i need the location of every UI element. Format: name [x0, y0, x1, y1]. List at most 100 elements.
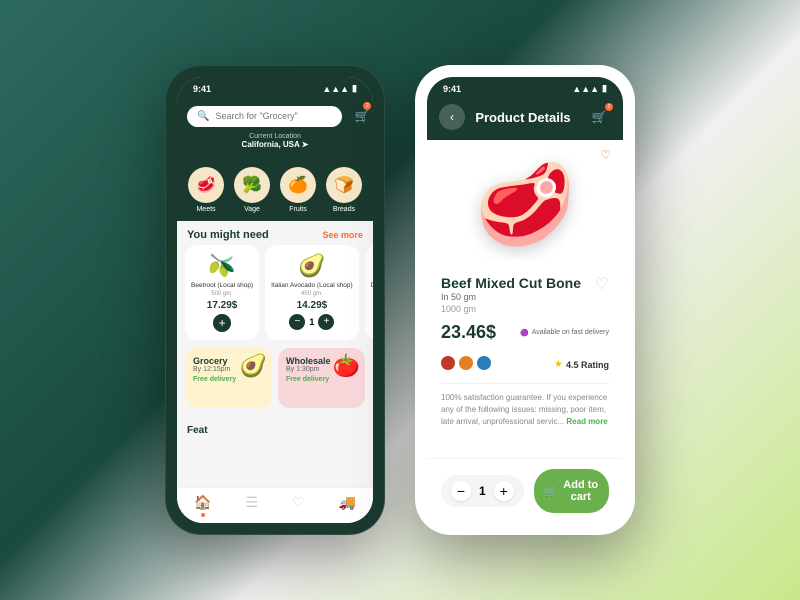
status-bar-2: 9:41 ▲▲▲ ▮ — [427, 77, 623, 98]
vage-icon: 🥦 — [234, 167, 270, 203]
beetroot-name: Beetroot (Local shop) — [191, 282, 253, 290]
category-meets[interactable]: 🥩 Meets — [188, 167, 224, 213]
meets-label: Meets — [196, 206, 215, 213]
location-label: Current Location — [187, 133, 363, 140]
avocado-qty-control: − 1 + — [271, 314, 353, 330]
time-2: 9:41 — [443, 84, 461, 94]
avocado-weight: 450 gm. — [271, 291, 353, 297]
menu-icon: ☰ — [245, 494, 258, 511]
product-card-beetroot: 🫒 Beetroot (Local shop) 500 gm. 17.29$ + — [185, 245, 259, 340]
carrot-name: Deshi Gajor (Local Carrot) — [371, 282, 373, 290]
home-icon: 🏠 — [194, 494, 211, 511]
qty-minus-button[interactable]: − — [451, 481, 471, 501]
delivery-emoji: 🟣 — [520, 329, 529, 337]
color-blue[interactable] — [477, 356, 491, 370]
phone-1-screen: 9:41 ▲▲▲ ▮ 🔍 🛒 2 Current Location Cali — [177, 77, 373, 523]
promo-grocery[interactable]: Grocery By 12:15pm Free delivery 🥑 — [185, 348, 272, 408]
promo-wholesale[interactable]: Wholesale By 1:30pm Free delivery 🍅 — [278, 348, 365, 408]
delivery-text: Available on fast delivery — [532, 329, 609, 336]
delivery-badge: 🟣 Available on fast delivery — [520, 329, 609, 337]
category-fruits[interactable]: 🍊 Fruits — [280, 167, 316, 213]
color-red[interactable] — [441, 356, 455, 370]
status-bar-1: 9:41 ▲▲▲ ▮ — [177, 77, 373, 98]
qty-large-control: − 1 + — [441, 475, 524, 507]
beetroot-price: 17.29$ — [191, 300, 253, 311]
phone-2-header: ‹ Product Details 🛒 2 — [427, 98, 623, 140]
star-icon: ★ — [554, 359, 563, 370]
bottom-nav: 🏠 ☰ ♡ 🚚 — [177, 487, 373, 523]
page-title: Product Details — [475, 110, 570, 125]
product-detail-name: Beef Mixed Cut Bone — [441, 274, 581, 292]
back-button[interactable]: ‹ — [439, 104, 465, 130]
delivery-icon: 🚚 — [339, 494, 356, 511]
search-icon: 🔍 — [197, 111, 209, 122]
price-row: 23.46$ 🟣 Available on fast delivery — [441, 322, 609, 343]
products-grid: 🫒 Beetroot (Local shop) 500 gm. 17.29$ +… — [177, 245, 373, 340]
status-icons-1: ▲▲▲ ▮ — [322, 83, 357, 94]
see-more-button[interactable]: See more — [322, 230, 363, 240]
battery-icon: ▮ — [352, 83, 357, 94]
breads-label: Breads — [333, 206, 355, 213]
product-subtitle: In 50 gm — [441, 292, 581, 302]
beetroot-img: 🫒 — [191, 253, 253, 279]
back-icon: ‹ — [450, 110, 454, 124]
carrot-weight: 1000 gm. — [371, 291, 373, 297]
avocado-name: Italian Avocado (Local shop) — [271, 282, 353, 290]
bottom-action: − 1 + 🛒 Add to cart — [427, 458, 623, 523]
qty-plus-button[interactable]: + — [494, 481, 514, 501]
phone-2: 9:41 ▲▲▲ ▮ ‹ Product Details 🛒 2 🥩 ♡ — [415, 65, 635, 535]
nav-menu[interactable]: ☰ — [245, 494, 258, 517]
search-input[interactable] — [215, 111, 332, 121]
fruits-icon: 🍊 — [280, 167, 316, 203]
phone-1-header: 🔍 🛒 2 Current Location California, USA ➤ — [177, 98, 373, 159]
status-icons-2: ▲▲▲ ▮ — [572, 83, 607, 94]
rating-row: ★ 4.5 Rating — [554, 359, 609, 370]
battery-icon-2: ▮ — [602, 83, 607, 94]
cart-button-2[interactable]: 🛒 2 — [587, 105, 611, 129]
product-card-avocado: 🥑 Italian Avocado (Local shop) 450 gm. 1… — [265, 245, 359, 340]
categories-row: 🥩 Meets 🥦 Vage 🍊 Fruits 🍞 Breads — [177, 159, 373, 221]
wishlist-button[interactable]: ♡ — [600, 148, 611, 162]
category-breads[interactable]: 🍞 Breads — [326, 167, 362, 213]
section-title: You might need — [187, 229, 269, 241]
signal-icon-2: ▲▲▲ — [572, 84, 599, 94]
beetroot-add-button[interactable]: + — [213, 314, 231, 332]
product-hero-img: 🥩 — [475, 158, 575, 252]
promo-grid: Grocery By 12:15pm Free delivery 🥑 Whole… — [177, 340, 373, 416]
product-detail-weight: 1000 gm — [441, 304, 581, 314]
phone-2-screen: 9:41 ▲▲▲ ▮ ‹ Product Details 🛒 2 🥩 ♡ — [427, 77, 623, 523]
nav-wishlist[interactable]: ♡ — [292, 494, 305, 517]
features-section: Feat — [177, 416, 373, 442]
avocado-img: 🥑 — [271, 253, 353, 279]
vage-label: Vage — [244, 206, 260, 213]
product-card-carrot: 🥕 Deshi Gajor (Local Carrot) 1000 gm. 27… — [365, 245, 373, 340]
category-vage[interactable]: 🥦 Vage — [234, 167, 270, 213]
nav-home[interactable]: 🏠 — [194, 494, 211, 517]
product-heart-icon[interactable]: ♡ — [595, 274, 609, 294]
fruits-label: Fruits — [289, 206, 307, 213]
carrot-price: 27.29$ — [371, 300, 373, 311]
carrot-img: 🥕 — [371, 253, 373, 279]
home-active-dot — [201, 513, 205, 517]
color-orange[interactable] — [459, 356, 473, 370]
add-to-cart-button[interactable]: 🛒 Add to cart — [534, 469, 609, 513]
section-header: You might need See more — [177, 221, 373, 245]
signal-icon: ▲▲▲ — [322, 84, 349, 94]
grocery-emoji: 🥑 — [240, 353, 267, 379]
cart-badge-2: 2 — [605, 103, 613, 111]
nav-delivery[interactable]: 🚚 — [339, 494, 356, 517]
avocado-minus-button[interactable]: − — [289, 314, 305, 330]
phone-1: 9:41 ▲▲▲ ▮ 🔍 🛒 2 Current Location Cali — [165, 65, 385, 535]
time-1: 9:41 — [193, 84, 211, 94]
location-arrow-icon: ➤ — [302, 140, 309, 149]
add-to-cart-label: Add to cart — [562, 479, 599, 503]
read-more-button[interactable]: Read more — [566, 417, 607, 426]
heart-icon: ♡ — [292, 494, 305, 511]
search-bar[interactable]: 🔍 — [187, 106, 342, 127]
avocado-qty: 1 — [309, 317, 314, 327]
avocado-plus-button[interactable]: + — [318, 314, 334, 330]
qty-large-num: 1 — [479, 484, 486, 498]
meets-icon: 🥩 — [188, 167, 224, 203]
cart-button-1[interactable]: 🛒 2 — [354, 104, 369, 128]
breads-icon: 🍞 — [326, 167, 362, 203]
